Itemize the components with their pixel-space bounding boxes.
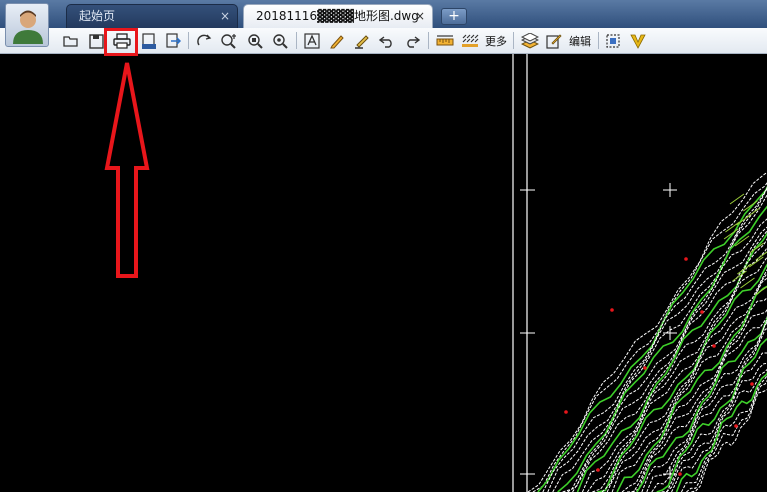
new-tab-button[interactable]: + xyxy=(441,8,467,25)
survey-point xyxy=(750,382,754,386)
layers-icon xyxy=(521,33,539,49)
title-bar: 起始页 × 20181116▓▓▓▓地形图.dwg × + xyxy=(0,0,767,29)
undo-icon xyxy=(379,36,392,48)
toolbar-separator xyxy=(598,32,599,49)
avatar[interactable] xyxy=(5,3,49,47)
survey-point xyxy=(610,308,614,312)
pdf-export-button[interactable] xyxy=(139,31,159,51)
rotate-icon xyxy=(197,34,212,46)
contour-line xyxy=(666,362,767,492)
survey-point xyxy=(596,468,600,472)
user-avatar-icon xyxy=(13,10,43,44)
edit-icon-button[interactable] xyxy=(544,31,564,51)
survey-point xyxy=(643,366,647,370)
survey-point xyxy=(684,257,688,261)
redo-icon xyxy=(407,36,420,48)
survey-point xyxy=(712,344,716,348)
contour-line xyxy=(537,185,767,492)
save-icon xyxy=(88,33,104,49)
zoom-in-icon xyxy=(221,34,236,49)
tab-label: 起始页 xyxy=(79,9,116,23)
v-logo-icon xyxy=(630,34,646,49)
zoom-extents-icon xyxy=(248,34,263,49)
pdf-export-icon xyxy=(142,32,156,49)
highlighter-icon xyxy=(355,35,369,49)
contour-line xyxy=(547,187,767,492)
survey-point xyxy=(678,472,682,476)
survey-point xyxy=(564,410,568,414)
hatch-icon xyxy=(462,34,479,47)
annotation-highlight-box xyxy=(104,28,138,56)
pencil-button[interactable] xyxy=(327,31,347,51)
measure-button[interactable] xyxy=(434,31,456,51)
edit-icon xyxy=(546,34,562,49)
open-button[interactable] xyxy=(61,31,81,51)
measure-icon xyxy=(436,35,454,46)
zoom-window-button[interactable] xyxy=(270,31,290,51)
redo-button[interactable] xyxy=(402,31,422,51)
ridge-hatch xyxy=(729,193,745,205)
ridge-hatch xyxy=(749,242,764,254)
rotate-button[interactable] xyxy=(194,31,214,51)
more-button[interactable]: 更多 xyxy=(483,31,509,51)
undo-button[interactable] xyxy=(377,31,397,51)
zoom-extents-button[interactable] xyxy=(245,31,265,51)
zoom-window-icon xyxy=(273,34,288,49)
edit-label: 编辑 xyxy=(569,35,591,48)
more-label: 更多 xyxy=(485,35,507,48)
export-icon xyxy=(166,33,181,48)
zoom-in-button[interactable] xyxy=(218,31,240,51)
survey-point xyxy=(734,424,738,428)
v-logo-button[interactable] xyxy=(628,31,648,51)
edit-button[interactable]: 编辑 xyxy=(566,31,594,51)
text-button[interactable] xyxy=(302,31,322,51)
save-button[interactable] xyxy=(86,31,106,51)
hatch-button[interactable] xyxy=(459,31,481,51)
layers-button[interactable] xyxy=(519,31,541,51)
tab-dwg-file[interactable]: 20181116▓▓▓▓地形图.dwg × xyxy=(243,4,433,29)
open-icon xyxy=(63,36,78,47)
toolbar-separator xyxy=(296,32,297,49)
toolbar-separator xyxy=(513,32,514,49)
contour-line xyxy=(527,171,767,492)
close-icon[interactable]: × xyxy=(415,5,425,27)
ridge-hatch xyxy=(723,228,739,240)
pencil-icon xyxy=(330,35,344,49)
select-button[interactable] xyxy=(603,31,623,51)
toolbar-separator xyxy=(428,32,429,49)
close-icon[interactable]: × xyxy=(220,5,230,27)
tab-label: 20181116▓▓▓▓地形图.dwg xyxy=(256,9,419,23)
annotation-arrow-up-icon xyxy=(104,62,150,278)
tab-start-page[interactable]: 起始页 × xyxy=(66,4,238,28)
export-button[interactable] xyxy=(163,31,183,51)
contour-line xyxy=(641,317,767,492)
highlighter-button[interactable] xyxy=(352,31,372,51)
toolbar-separator xyxy=(188,32,189,49)
survey-point xyxy=(700,310,704,314)
select-icon xyxy=(606,34,620,48)
text-icon xyxy=(304,33,320,49)
